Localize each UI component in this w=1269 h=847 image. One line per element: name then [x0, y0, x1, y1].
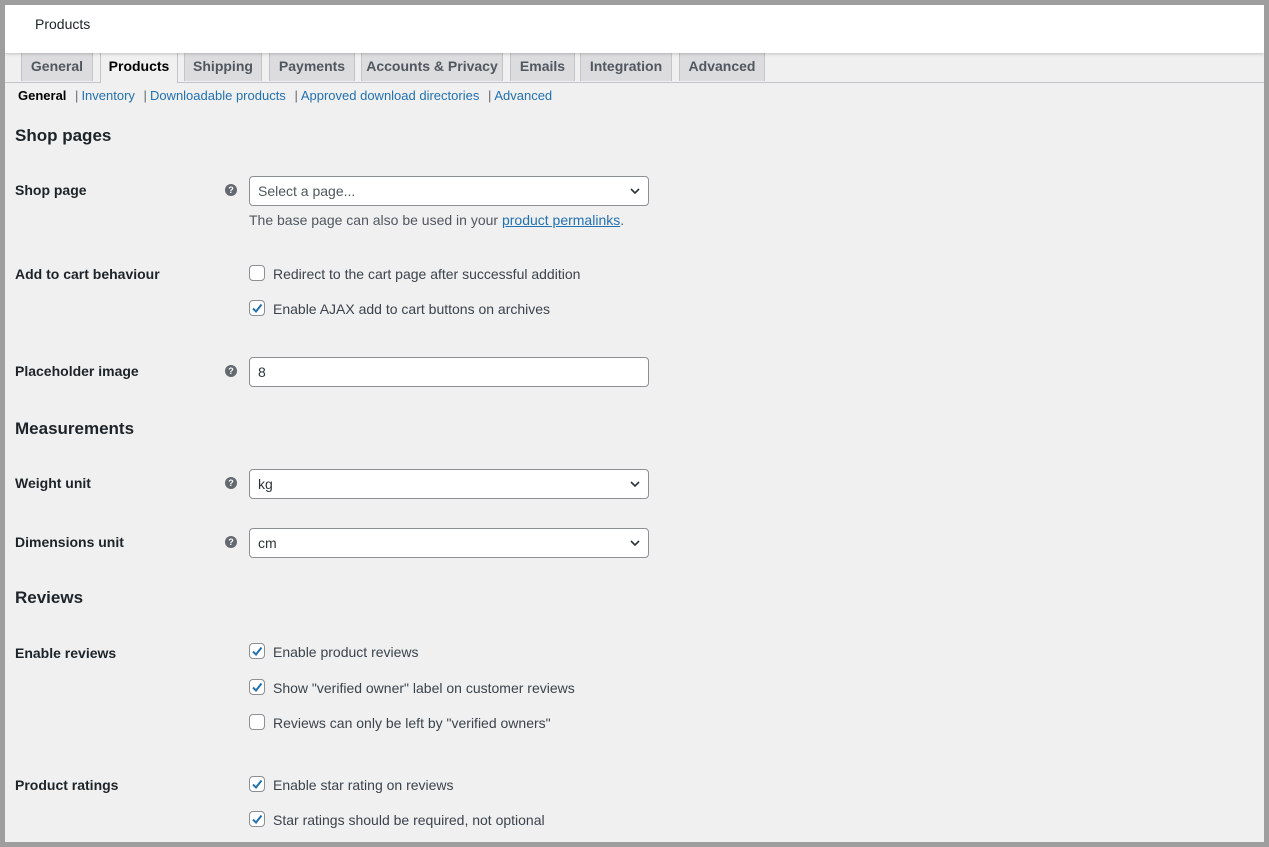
checkmark-icon	[252, 304, 263, 314]
subnav-approved-download-directories[interactable]: Approved download directories	[301, 88, 480, 103]
redirect-to-cart-option[interactable]: Redirect to the cart page after successf…	[249, 265, 580, 284]
shop-page-select[interactable]: Select a page...	[249, 176, 649, 206]
placeholder-image-label: Placeholder image	[15, 363, 139, 379]
settings-tabs: General Products Shipping Payments Accou…	[5, 49, 1264, 83]
dimensions-unit-select[interactable]: cm	[249, 528, 649, 558]
dimensions-unit-value: cm	[258, 535, 277, 551]
shop-page-placeholder: Select a page...	[258, 183, 356, 199]
reviews-heading: Reviews	[15, 588, 84, 607]
product-ratings-label: Product ratings	[15, 777, 119, 793]
checkmark-icon	[252, 647, 263, 657]
tab-emails[interactable]: Emails	[510, 49, 575, 81]
page-title: Products	[35, 16, 91, 32]
tab-shipping[interactable]: Shipping	[184, 49, 262, 81]
placeholder-image-input[interactable]: 8	[249, 357, 649, 387]
product-permalinks-link[interactable]: product permalinks	[502, 212, 620, 228]
chevron-down-icon	[630, 188, 640, 195]
add-to-cart-label: Add to cart behaviour	[15, 266, 160, 282]
settings-page: General Products Shipping Payments Accou…	[5, 5, 1264, 842]
dimensions-unit-label: Dimensions unit	[15, 534, 124, 550]
chevron-down-icon	[630, 540, 640, 547]
weight-unit-value: kg	[258, 476, 273, 492]
ajax-add-to-cart-checkbox[interactable]	[249, 300, 265, 317]
verified-owners-only-checkbox[interactable]	[249, 714, 265, 731]
star-ratings-required-option[interactable]: Star ratings should be required, not opt…	[249, 811, 545, 830]
star-ratings-required-checkbox[interactable]	[249, 811, 265, 828]
shop-page-description: The base page can also be used in your p…	[249, 212, 625, 228]
weight-unit-select[interactable]: kg	[249, 469, 649, 499]
checkmark-icon	[252, 683, 263, 693]
checkmark-icon	[252, 780, 263, 790]
top-bar: Products	[5, 5, 1264, 53]
help-icon[interactable]: ?	[225, 365, 237, 377]
help-icon[interactable]: ?	[225, 536, 237, 548]
checkmark-icon	[252, 815, 263, 825]
section-subnav: General | Inventory | Downloadable product…	[18, 88, 553, 103]
tab-general[interactable]: General	[21, 49, 93, 81]
measurements-heading: Measurements	[15, 419, 135, 438]
weight-unit-label: Weight unit	[15, 475, 91, 491]
enable-reviews-label: Enable reviews	[15, 645, 117, 661]
tab-payments[interactable]: Payments	[269, 49, 355, 81]
chevron-down-icon	[630, 481, 640, 488]
verified-owners-only-option[interactable]: Reviews can only be left by "verified ow…	[249, 714, 551, 733]
enable-product-reviews-checkbox[interactable]	[249, 643, 265, 660]
enable-star-rating-option[interactable]: Enable star rating on reviews	[249, 776, 454, 795]
enable-product-reviews-option[interactable]: Enable product reviews	[249, 643, 419, 662]
tab-integration[interactable]: Integration	[580, 49, 672, 81]
verified-owner-label-checkbox[interactable]	[249, 679, 265, 696]
redirect-to-cart-checkbox[interactable]	[249, 265, 265, 282]
tab-products[interactable]: Products	[100, 49, 178, 83]
shop-page-label: Shop page	[15, 182, 87, 198]
placeholder-image-value: 8	[258, 364, 266, 380]
shop-pages-heading: Shop pages	[15, 126, 112, 145]
subnav-advanced[interactable]: Advanced	[494, 88, 552, 103]
subnav-downloadable-products[interactable]: Downloadable products	[150, 88, 286, 103]
tab-accounts-privacy[interactable]: Accounts & Privacy	[361, 49, 503, 81]
verified-owner-label-option[interactable]: Show "verified owner" label on customer …	[249, 679, 575, 698]
help-icon[interactable]: ?	[225, 477, 237, 489]
help-icon[interactable]: ?	[225, 184, 237, 196]
ajax-add-to-cart-option[interactable]: Enable AJAX add to cart buttons on archi…	[249, 300, 550, 319]
enable-star-rating-checkbox[interactable]	[249, 776, 265, 793]
tab-advanced[interactable]: Advanced	[679, 49, 765, 81]
subnav-inventory[interactable]: Inventory	[81, 88, 134, 103]
subnav-general: General	[18, 88, 67, 103]
